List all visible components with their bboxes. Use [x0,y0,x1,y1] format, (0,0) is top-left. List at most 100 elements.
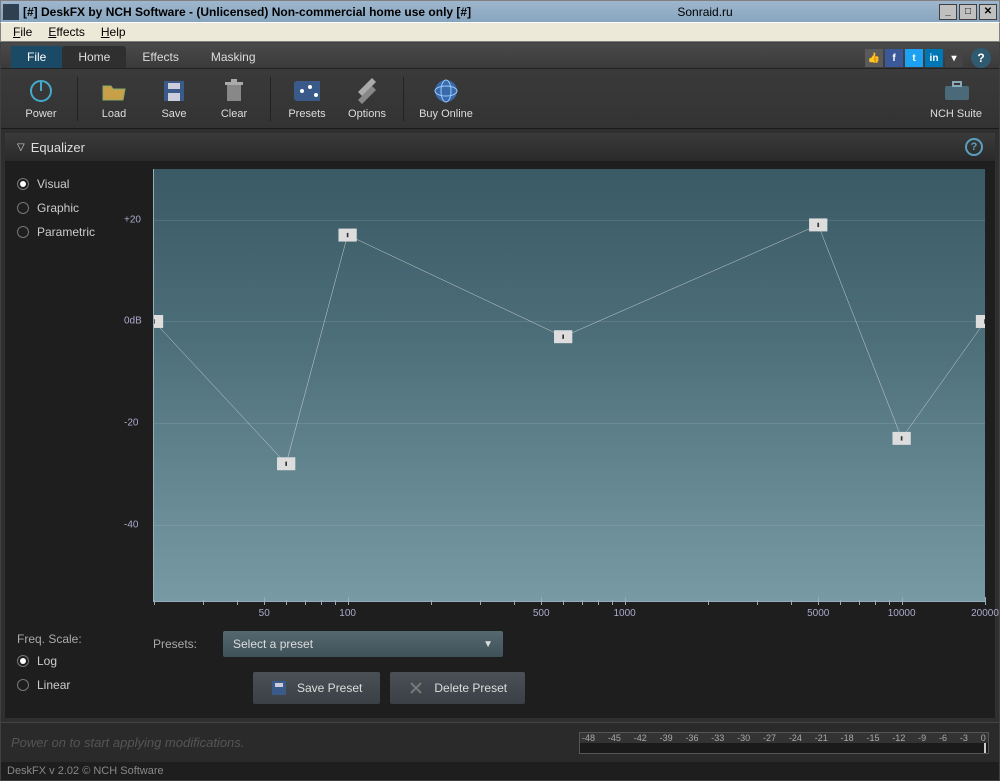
chevron-down-icon[interactable]: ▾ [945,49,963,67]
panel-header[interactable]: ▽ Equalizer ? [5,133,995,161]
meter-tick: -15 [866,733,879,743]
power-label: Power [25,108,56,120]
scale-linear[interactable]: Linear [17,678,141,692]
preset-select-text: Select a preset [233,637,313,651]
load-button[interactable]: Load [84,78,144,120]
meter-tick: -3 [960,733,968,743]
facebook-icon[interactable]: f [885,49,903,67]
y-axis-label: +20 [124,214,141,225]
folder-open-icon [101,78,127,104]
os-menubar: File Effects Help [0,22,1000,42]
collapse-icon: ▽ [17,142,25,153]
panel-title: Equalizer [31,140,85,155]
equalizer-panel: ▽ Equalizer ? Visual Graphic Parametric … [5,133,995,718]
status-bar: Power on to start applying modifications… [1,722,999,762]
save-label: Save [161,108,186,120]
mode-parametric-label: Parametric [37,225,95,239]
globe-icon [433,78,459,104]
load-label: Load [102,108,126,120]
close-button[interactable]: ✕ [979,4,997,20]
app-frame: File Home Effects Masking 👍 f t in ▾ ? P… [0,42,1000,781]
twitter-icon[interactable]: t [905,49,923,67]
meter-tick: -39 [660,733,673,743]
x-axis-label: 500 [533,608,550,619]
x-axis-label: 20000 [971,608,999,619]
save-button[interactable]: Save [144,78,204,120]
meter-tick: -45 [608,733,621,743]
meter-tick: -33 [711,733,724,743]
meter-tick: -12 [892,733,905,743]
tab-home[interactable]: Home [62,46,126,68]
meter-tick: -24 [789,733,802,743]
save-preset-label: Save Preset [297,681,362,695]
meter-tick: -48 [582,733,595,743]
radio-icon [17,679,29,691]
meter-tick: -6 [939,733,947,743]
eq-node[interactable] [343,231,353,240]
buy-online-button[interactable]: Buy Online [410,78,482,120]
mode-graphic[interactable]: Graphic [17,201,141,215]
tab-file[interactable]: File [11,46,62,68]
eq-chart-area: +200dB-20-4050100500100050001000020000 P… [153,161,995,718]
meter-tick: -27 [763,733,776,743]
options-button[interactable]: Options [337,78,397,120]
caret-down-icon: ▼ [483,639,493,650]
save-preset-button[interactable]: Save Preset [253,672,380,704]
presets-row-label: Presets: [153,637,211,651]
meter-tick: -9 [918,733,926,743]
maximize-button[interactable]: □ [959,4,977,20]
menu-effects[interactable]: Effects [40,25,92,39]
delete-preset-button[interactable]: Delete Preset [390,672,525,704]
x-axis-label: 10000 [888,608,916,619]
version-bar: DeskFX v 2.02 © NCH Software [1,762,999,780]
power-icon [28,78,54,104]
freq-scale-label: Freq. Scale: [17,632,141,646]
menu-file[interactable]: File [5,25,40,39]
meter-tick: -42 [634,733,647,743]
scale-log[interactable]: Log [17,654,141,668]
preset-select[interactable]: Select a preset ▼ [223,631,503,657]
panel-help-icon[interactable]: ? [965,138,983,156]
toolbar: Power Load Save Clear Presets Options Bu… [1,69,999,129]
meter-tick: -36 [685,733,698,743]
mode-visual[interactable]: Visual [17,177,141,191]
meter-mark [984,743,986,753]
buy-label: Buy Online [419,108,473,120]
thumbs-up-icon[interactable]: 👍 [865,49,883,67]
scale-linear-label: Linear [37,678,70,692]
presets-button[interactable]: Presets [277,78,337,120]
eq-node[interactable] [897,434,907,443]
clear-button[interactable]: Clear [204,78,264,120]
menu-help[interactable]: Help [93,25,134,39]
eq-node[interactable] [813,221,823,230]
tab-effects[interactable]: Effects [126,46,194,68]
window-title: [#] DeskFX by NCH Software - (Unlicensed… [23,5,471,19]
y-axis-label: -40 [124,519,138,530]
presets-label: Presets [288,108,325,120]
eq-chart[interactable]: +200dB-20-4050100500100050001000020000 [153,169,985,602]
suite-label: NCH Suite [930,108,982,120]
minimize-button[interactable]: _ [939,4,957,20]
mode-visual-label: Visual [37,177,69,191]
meter-tick: 0 [981,733,986,743]
radio-icon [17,202,29,214]
meter-tick: -18 [841,733,854,743]
linkedin-icon[interactable]: in [925,49,943,67]
power-button[interactable]: Power [11,78,71,120]
tab-masking[interactable]: Masking [195,46,272,68]
window-titlebar: [#] DeskFX by NCH Software - (Unlicensed… [0,0,1000,22]
level-meter: -48-45-42-39-36-33-30-27-24-21-18-15-12-… [579,732,989,754]
x-axis-label: 100 [339,608,356,619]
tools-icon [354,78,380,104]
eq-node[interactable] [558,332,568,341]
mode-parametric[interactable]: Parametric [17,225,141,239]
sliders-icon [294,78,320,104]
help-icon[interactable]: ? [971,48,991,68]
suitcase-icon [943,78,969,104]
radio-icon [17,178,29,190]
delete-preset-label: Delete Preset [434,681,507,695]
nch-suite-button[interactable]: NCH Suite [923,78,989,120]
eq-node[interactable] [281,459,291,468]
trash-icon [221,78,247,104]
y-axis-label: -20 [124,418,138,429]
